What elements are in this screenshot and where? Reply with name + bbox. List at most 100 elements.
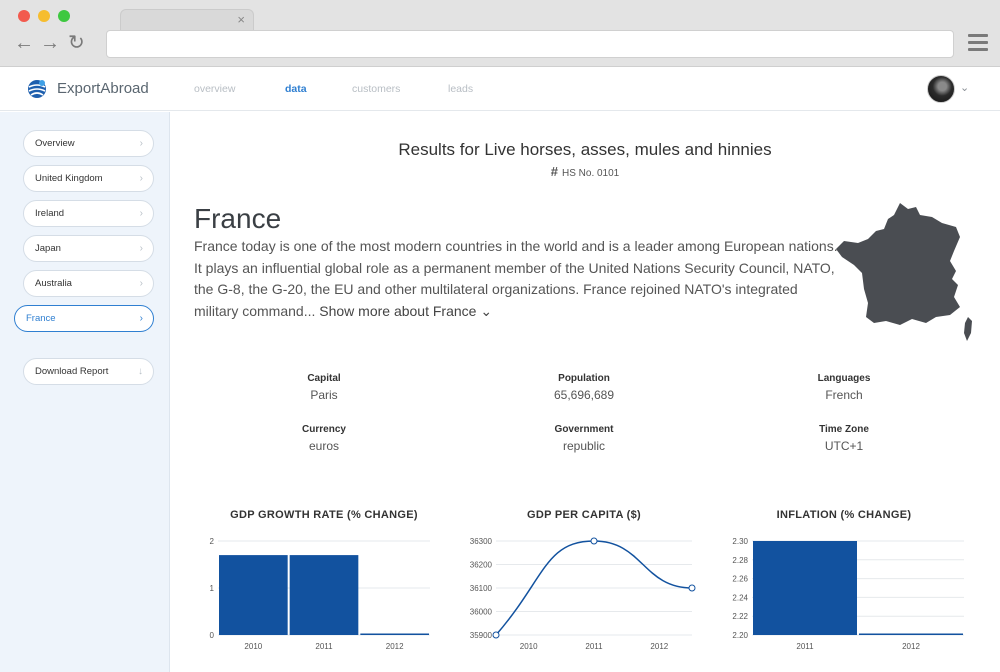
download-report-label: Download Report xyxy=(35,366,109,377)
bar xyxy=(859,633,963,635)
description-text: France today is one of the most modern c… xyxy=(194,238,838,319)
country-title: France xyxy=(194,203,282,234)
results-title: Results for Live horses, asses, mules an… xyxy=(398,140,772,159)
sidebar-item-label: Australia xyxy=(35,278,72,289)
fact-capital: Capital Paris xyxy=(224,373,424,402)
fact-value: Paris xyxy=(310,388,338,402)
reload-icon[interactable]: ↻ xyxy=(68,33,85,53)
y-tick-label: 2.26 xyxy=(732,575,748,584)
download-report-button[interactable]: Download Report ↓ xyxy=(23,358,154,385)
close-window-button[interactable] xyxy=(18,10,30,22)
address-bar[interactable] xyxy=(106,30,954,58)
forward-arrow-icon[interactable]: → xyxy=(40,33,60,53)
download-icon: ↓ xyxy=(138,366,143,377)
show-more-link[interactable]: Show more about France ⌄ xyxy=(319,303,492,319)
chart-title-inflation: INFLATION (% CHANGE) xyxy=(776,509,912,521)
data-point xyxy=(492,631,500,639)
y-tick-label: 2.28 xyxy=(732,556,748,565)
avatar[interactable] xyxy=(927,75,955,103)
fact-languages: Languages French xyxy=(744,373,944,402)
fact-government: Government republic xyxy=(484,424,684,453)
back-arrow-icon[interactable]: ← xyxy=(14,33,34,53)
globe-logo-icon xyxy=(28,80,46,98)
x-tick-label: 2010 xyxy=(520,642,538,651)
browser-tab[interactable]: × xyxy=(120,9,254,31)
hash-icon: # xyxy=(550,164,558,179)
x-tick-label: 2011 xyxy=(585,642,603,651)
hs-code-label: HS No. 0101 xyxy=(561,168,620,179)
show-more-label: Show more about France xyxy=(319,302,477,319)
fact-label: Languages xyxy=(817,373,871,384)
chevron-right-icon: › xyxy=(139,278,143,289)
x-tick-label: 2012 xyxy=(902,642,920,651)
france-map xyxy=(836,203,972,341)
nav-customers[interactable]: customers xyxy=(352,83,400,95)
x-tick-label: 2011 xyxy=(796,642,814,651)
sidebar-item-label: Overview xyxy=(35,138,75,149)
fact-value: euros xyxy=(308,439,340,453)
fact-population: Population 65,696,689 xyxy=(484,373,684,402)
fact-value: UTC+1 xyxy=(824,439,864,453)
maximize-window-button[interactable] xyxy=(58,10,70,22)
y-tick-label: 2.22 xyxy=(732,612,748,621)
data-point xyxy=(688,584,696,592)
y-tick-label: 36100 xyxy=(470,584,493,593)
gdp-growth-chart: 0 1 2 2010 2011 2012 xyxy=(210,537,430,651)
chevron-down-icon[interactable]: ⌄ xyxy=(960,81,969,94)
chart-title-gdp-per-capita: GDP PER CAPITA ($) xyxy=(527,509,641,521)
bar xyxy=(219,555,288,635)
bar xyxy=(753,541,857,635)
chevron-right-icon: › xyxy=(139,138,143,149)
sidebar-item-label: Ireland xyxy=(35,208,65,219)
nav-leads[interactable]: leads xyxy=(448,83,473,95)
brand-name: ExportAbroad xyxy=(57,80,149,97)
sidebar-item-ireland[interactable]: Ireland › xyxy=(23,200,154,227)
y-tick-label: 36000 xyxy=(470,608,493,617)
chevron-right-icon: › xyxy=(139,313,143,324)
browser-chrome: × ← → ↻ xyxy=(0,0,1000,67)
y-tick-label: 2.24 xyxy=(732,593,748,602)
sidebar: Overview › United Kingdom › Ireland › Ja… xyxy=(0,112,170,672)
x-tick-label: 2012 xyxy=(386,642,404,651)
hamburger-menu-icon[interactable] xyxy=(968,34,988,52)
bar xyxy=(360,633,429,635)
y-tick-label: 2.30 xyxy=(732,537,748,546)
fact-value: French xyxy=(825,388,863,402)
sidebar-item-label: France xyxy=(26,313,56,324)
country-description: France today is one of the most modern c… xyxy=(194,236,839,322)
y-tick-label: 2.20 xyxy=(732,631,748,640)
data-point xyxy=(590,537,598,545)
sidebar-item-france[interactable]: France › xyxy=(14,305,154,332)
y-tick-label: 36300 xyxy=(470,537,493,546)
fact-time-zone: Time Zone UTC+1 xyxy=(744,424,944,453)
x-tick-label: 2012 xyxy=(650,642,668,651)
sidebar-item-overview[interactable]: Overview › xyxy=(23,130,154,157)
close-icon[interactable]: × xyxy=(237,12,245,28)
minimize-window-button[interactable] xyxy=(38,10,50,22)
gdp-per-capita-chart: 35900 36000 36100 36200 36300 2010 2011 2012 xyxy=(470,537,696,651)
y-tick-label: 0 xyxy=(210,631,215,640)
bar xyxy=(289,555,359,635)
y-tick-label: 36200 xyxy=(470,561,493,570)
app-window: ExportAbroad overview data customers lea… xyxy=(0,67,1000,672)
sidebar-item-japan[interactable]: Japan › xyxy=(23,235,154,262)
fact-value: 65,696,689 xyxy=(553,388,615,402)
y-tick-label: 2 xyxy=(210,537,215,546)
hs-code: # HS No. 0101 xyxy=(170,164,1000,179)
fact-label: Currency xyxy=(302,424,346,435)
x-tick-label: 2011 xyxy=(315,642,333,651)
chart-title-gdp-growth: GDP GROWTH RATE (% CHANGE) xyxy=(230,509,418,521)
chevron-down-icon: ⌄ xyxy=(480,302,493,319)
fact-label: Capital xyxy=(307,373,341,384)
nav-data[interactable]: data xyxy=(285,83,307,95)
sidebar-item-label: United Kingdom xyxy=(35,173,103,184)
fact-currency: Currency euros xyxy=(224,424,424,453)
chevron-right-icon: › xyxy=(139,173,143,184)
inflation-chart: 2.20 2.22 2.24 2.26 2.28 2.30 2011 2012 xyxy=(732,537,964,651)
app-header: ExportAbroad overview data customers lea… xyxy=(0,67,1000,111)
nav-overview[interactable]: overview xyxy=(194,83,235,95)
chevron-right-icon: › xyxy=(139,243,143,254)
sidebar-item-australia[interactable]: Australia › xyxy=(23,270,154,297)
chevron-right-icon: › xyxy=(139,208,143,219)
sidebar-item-united-kingdom[interactable]: United Kingdom › xyxy=(23,165,154,192)
